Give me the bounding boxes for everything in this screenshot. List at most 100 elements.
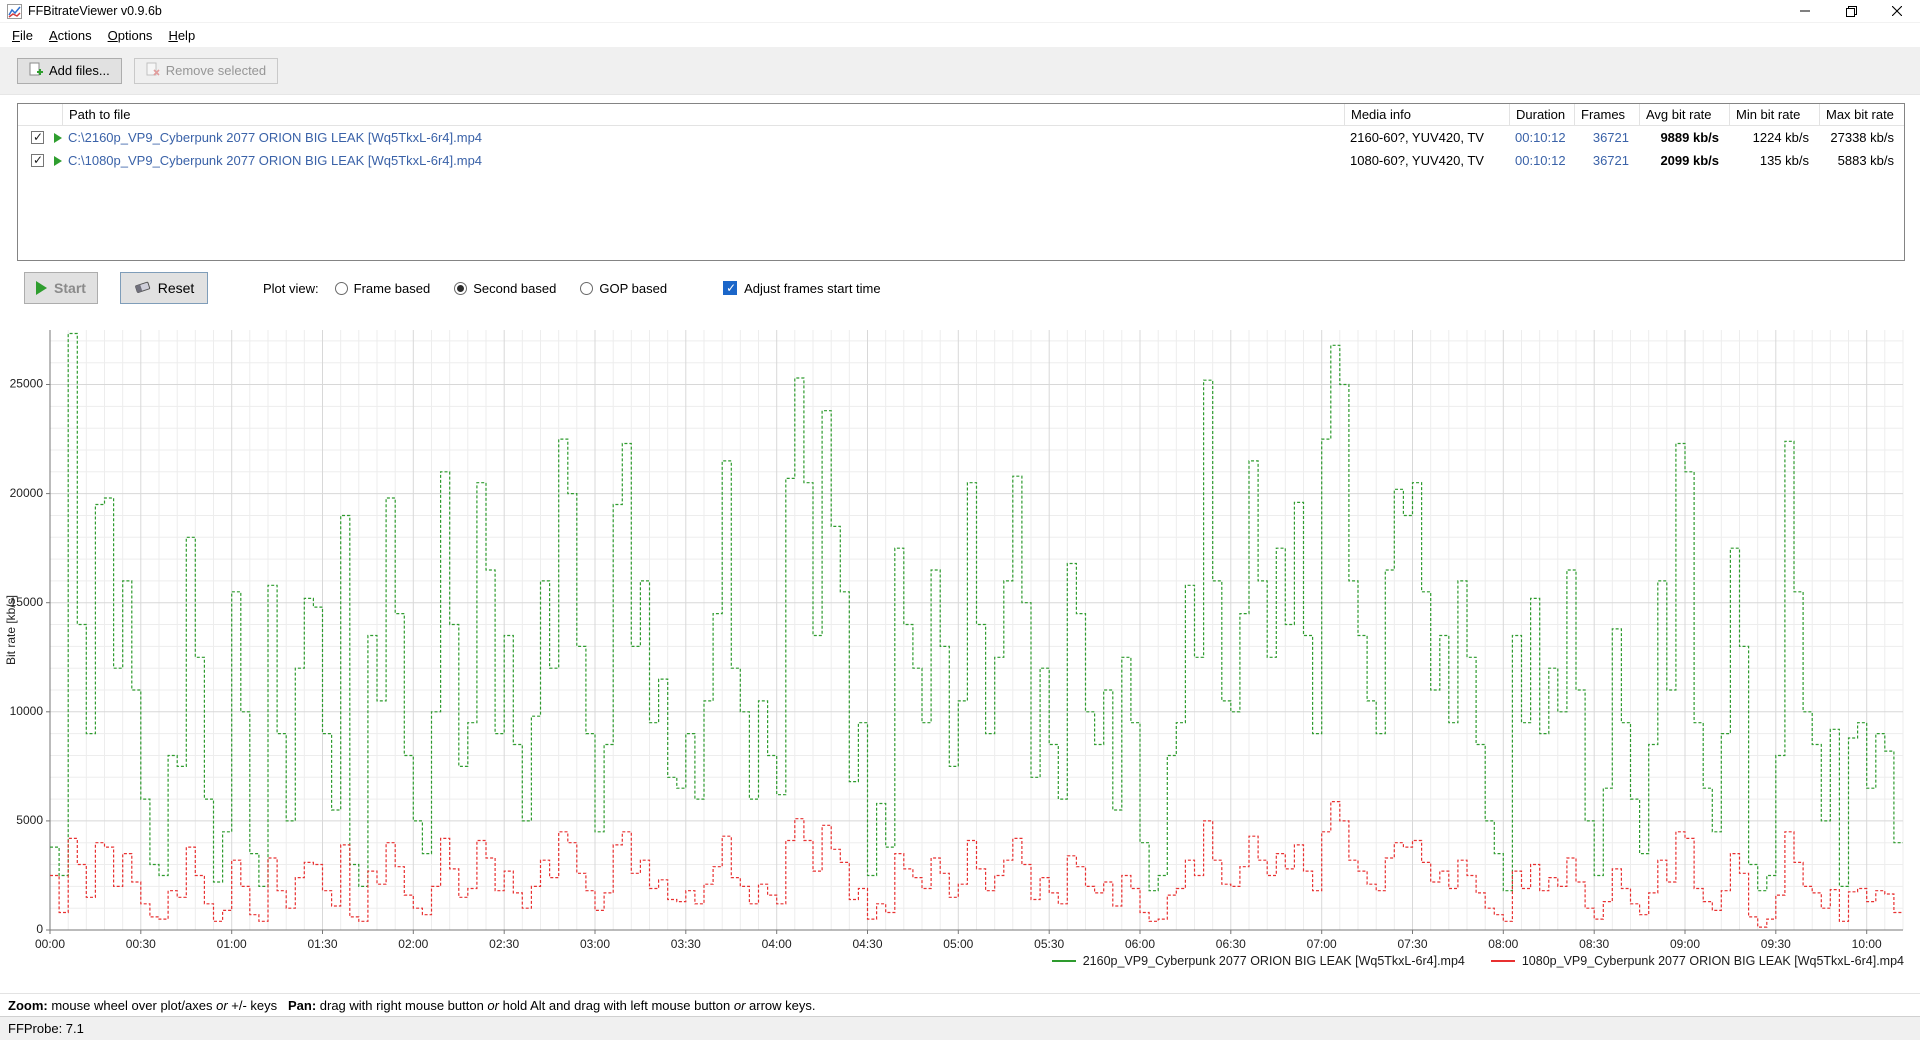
header-media-info[interactable]: Media info [1344,104,1509,126]
svg-text:05:30: 05:30 [1034,937,1064,951]
svg-text:04:30: 04:30 [852,937,882,951]
eraser-icon [134,279,151,297]
radio-icon [334,281,348,295]
title-bar: FFBitrateViewer v0.9.6b [0,0,1920,23]
avg-bitrate: 2099 kb/s [1660,153,1719,168]
checkbox-icon [723,281,738,295]
svg-text:5000: 5000 [16,813,43,827]
controls-row: Start Reset Plot view: Frame based Secon… [24,272,1920,304]
remove-selected-button[interactable]: Remove selected [133,57,279,84]
media-info: 1080-60?, YUV420, TV [1350,153,1484,168]
ffprobe-version: FFProbe: 7.1 [8,1021,84,1036]
svg-text:25000: 25000 [10,377,44,391]
play-icon [36,281,48,295]
svg-text:07:30: 07:30 [1397,937,1427,951]
file-list-header: Path to file Media info Duration Frames … [18,104,1904,126]
table-row[interactable]: C:\2160p_VP9_Cyberpunk 2077 ORION BIG LE… [18,126,1904,149]
min-bitrate: 1224 kb/s [1752,130,1809,145]
table-row[interactable]: C:\1080p_VP9_Cyberpunk 2077 ORION BIG LE… [18,149,1904,172]
svg-text:06:00: 06:00 [1125,937,1155,951]
toolbar: Add files... Remove selected [0,47,1920,95]
svg-text:08:00: 08:00 [1488,937,1518,951]
menu-item-help[interactable]: Help [160,25,203,46]
reset-label: Reset [157,280,195,296]
max-bitrate: 5883 kb/s [1837,153,1894,168]
legend-line-green [1051,960,1076,962]
svg-text:0: 0 [36,922,43,936]
legend-line-red [1490,960,1515,962]
add-files-icon [29,62,43,79]
svg-text:03:30: 03:30 [671,937,701,951]
header-min-bitrate[interactable]: Min bit rate [1729,104,1819,126]
menu-item-file[interactable]: File [4,25,41,46]
reset-button[interactable]: Reset [120,272,208,304]
plot-view-radio-group: Frame based Second based GOP based [334,281,667,296]
svg-text:00:30: 00:30 [126,937,156,951]
restore-button[interactable] [1828,0,1874,23]
svg-text:04:00: 04:00 [762,937,792,951]
row-checkbox[interactable] [31,154,44,167]
window-title: FFBitrateViewer v0.9.6b [28,4,162,18]
svg-text:03:00: 03:00 [580,937,610,951]
max-bitrate: 27338 kb/s [1830,130,1894,145]
menu-item-actions[interactable]: Actions [41,25,100,46]
svg-text:01:00: 01:00 [217,937,247,951]
svg-text:01:30: 01:30 [307,937,337,951]
file-list: Path to file Media info Duration Frames … [17,103,1905,261]
frames: 36721 [1592,153,1629,168]
header-frames[interactable]: Frames [1574,104,1639,126]
svg-text:10000: 10000 [10,704,44,718]
play-arrow-icon [54,132,62,143]
app-icon [7,3,22,19]
row-checkbox[interactable] [31,131,44,144]
svg-text:09:30: 09:30 [1761,937,1791,951]
svg-text:10:00: 10:00 [1852,937,1882,951]
svg-text:06:30: 06:30 [1216,937,1246,951]
svg-text:05:00: 05:00 [943,937,973,951]
svg-text:02:00: 02:00 [398,937,428,951]
radio-frame-based[interactable]: Frame based [334,281,430,296]
svg-text:Bit rate [kb/s]: Bit rate [kb/s] [4,595,18,665]
min-bitrate: 135 kb/s [1759,153,1809,168]
header-avg-bitrate[interactable]: Avg bit rate [1639,104,1729,126]
close-button[interactable] [1874,0,1920,23]
help-line: Zoom: mouse wheel over plot/axes or +/- … [0,993,1920,1015]
remove-selected-icon [146,62,160,79]
plot-view-label: Plot view: [263,280,319,296]
svg-text:00:00: 00:00 [35,937,65,951]
add-files-button[interactable]: Add files... [17,57,122,84]
svg-text:02:30: 02:30 [489,937,519,951]
header-path[interactable]: Path to file [62,104,1344,126]
duration: 00:10:12 [1515,130,1566,145]
radio-gop-based[interactable]: GOP based [580,281,667,296]
start-label: Start [54,280,86,296]
header-duration[interactable]: Duration [1509,104,1574,126]
header-max-bitrate[interactable]: Max bit rate [1819,104,1904,126]
svg-text:09:00: 09:00 [1670,937,1700,951]
media-info: 2160-60?, YUV420, TV [1350,130,1484,145]
menu-bar: File Actions Options Help [0,23,1920,47]
chart-legend: 2160p_VP9_Cyberpunk 2077 ORION BIG LEAK … [1051,954,1904,968]
remove-selected-label: Remove selected [165,63,267,78]
svg-text:07:00: 07:00 [1307,937,1337,951]
bitrate-chart[interactable]: 050001000015000200002500000:00 00:30 01:00… [0,318,1920,966]
start-button[interactable]: Start [24,272,98,304]
adjust-frames-checkbox[interactable]: Adjust frames start time [723,281,881,296]
minimize-button[interactable] [1782,0,1828,23]
play-arrow-icon [54,155,62,166]
legend-item-1080p: 1080p_VP9_Cyberpunk 2077 ORION BIG LEAK … [1490,954,1904,968]
file-path: C:\2160p_VP9_Cyberpunk 2077 ORION BIG LE… [68,130,483,145]
legend-item-2160p: 2160p_VP9_Cyberpunk 2077 ORION BIG LEAK … [1051,954,1465,968]
avg-bitrate: 9889 kb/s [1660,130,1719,145]
menu-item-options[interactable]: Options [100,25,161,46]
add-files-label: Add files... [49,63,110,78]
status-bar: FFProbe: 7.1 [0,1016,1920,1040]
svg-text:20000: 20000 [10,486,44,500]
radio-icon [454,281,468,295]
file-path: C:\1080p_VP9_Cyberpunk 2077 ORION BIG LE… [68,153,483,168]
duration: 00:10:12 [1515,153,1566,168]
radio-second-based[interactable]: Second based [454,281,556,296]
svg-text:08:30: 08:30 [1579,937,1609,951]
radio-icon [580,281,594,295]
frames: 36721 [1592,130,1629,145]
